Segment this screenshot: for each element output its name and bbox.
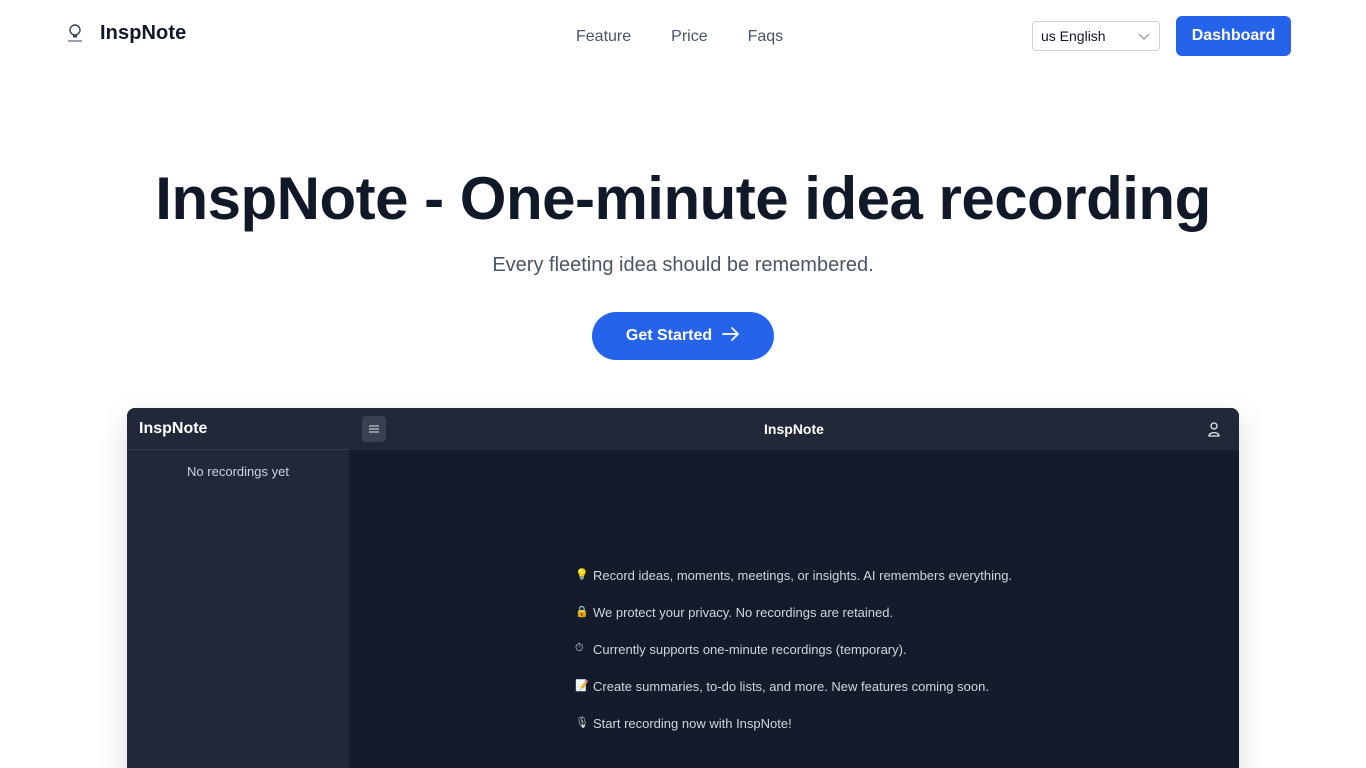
language-select-value: us English xyxy=(1041,28,1106,44)
main-nav: Feature Price Faqs xyxy=(576,28,783,46)
preview-sidebar-title: InspNote xyxy=(127,408,349,450)
list-item-text: We protect your privacy. No recordings a… xyxy=(593,605,894,620)
chevron-down-icon xyxy=(1137,29,1151,46)
app-preview: InspNote No recordings yet InspNote 💡 Re… xyxy=(127,408,1239,768)
list-item: 🎙 Start recording now with InspNote! xyxy=(575,716,1012,753)
list-item-text: Create summaries, to-do lists, and more.… xyxy=(593,679,989,694)
list-item-text: Record ideas, moments, meetings, or insi… xyxy=(593,568,1013,583)
get-started-button[interactable]: Get Started xyxy=(592,312,774,360)
arrow-right-icon xyxy=(722,326,740,347)
preview-sidebar: InspNote No recordings yet xyxy=(127,408,349,768)
stopwatch-emoji-icon: ⏱ xyxy=(575,642,584,654)
list-item-text: Currently supports one-minute recordings… xyxy=(593,642,907,657)
brand-link[interactable]: InspNote xyxy=(64,22,186,45)
list-item: 💡 Record ideas, moments, meetings, or in… xyxy=(575,568,1012,605)
preview-topbar: InspNote xyxy=(349,408,1239,450)
user-icon[interactable] xyxy=(1207,421,1221,442)
list-item: 📝 Create summaries, to-do lists, and mor… xyxy=(575,679,1012,716)
preview-empty-state: No recordings yet xyxy=(187,464,289,479)
hero-title: InspNote - One-minute idea recording xyxy=(155,165,1211,232)
lock-emoji-icon: 🔒 xyxy=(575,606,589,618)
hero-subtitle: Every fleeting idea should be remembered… xyxy=(492,254,874,276)
preview-topbar-title: InspNote xyxy=(764,421,824,437)
list-item: ⏱ Currently supports one-minute recordin… xyxy=(575,642,1012,679)
memo-emoji-icon: 📝 xyxy=(575,680,589,692)
language-select[interactable]: us English xyxy=(1032,21,1160,51)
lightbulb-emoji-icon: 💡 xyxy=(575,569,589,581)
site-header: InspNote Feature Price Faqs us English D… xyxy=(0,0,1366,72)
brand-name: InspNote xyxy=(100,22,187,44)
nav-faqs[interactable]: Faqs xyxy=(748,28,784,46)
nav-price[interactable]: Price xyxy=(671,28,707,46)
list-item: 🔒 We protect your privacy. No recordings… xyxy=(575,605,1012,642)
list-item-text: Start recording now with InspNote! xyxy=(593,716,792,731)
preview-main: 💡 Record ideas, moments, meetings, or in… xyxy=(349,450,1239,768)
lightbulb-icon xyxy=(64,23,86,45)
microphone-emoji-icon: 🎙 xyxy=(575,717,589,729)
preview-feature-list: 💡 Record ideas, moments, meetings, or in… xyxy=(575,568,1012,753)
get-started-label: Get Started xyxy=(625,327,713,344)
nav-feature[interactable]: Feature xyxy=(576,28,631,46)
dashboard-button[interactable]: Dashboard xyxy=(1176,16,1291,56)
